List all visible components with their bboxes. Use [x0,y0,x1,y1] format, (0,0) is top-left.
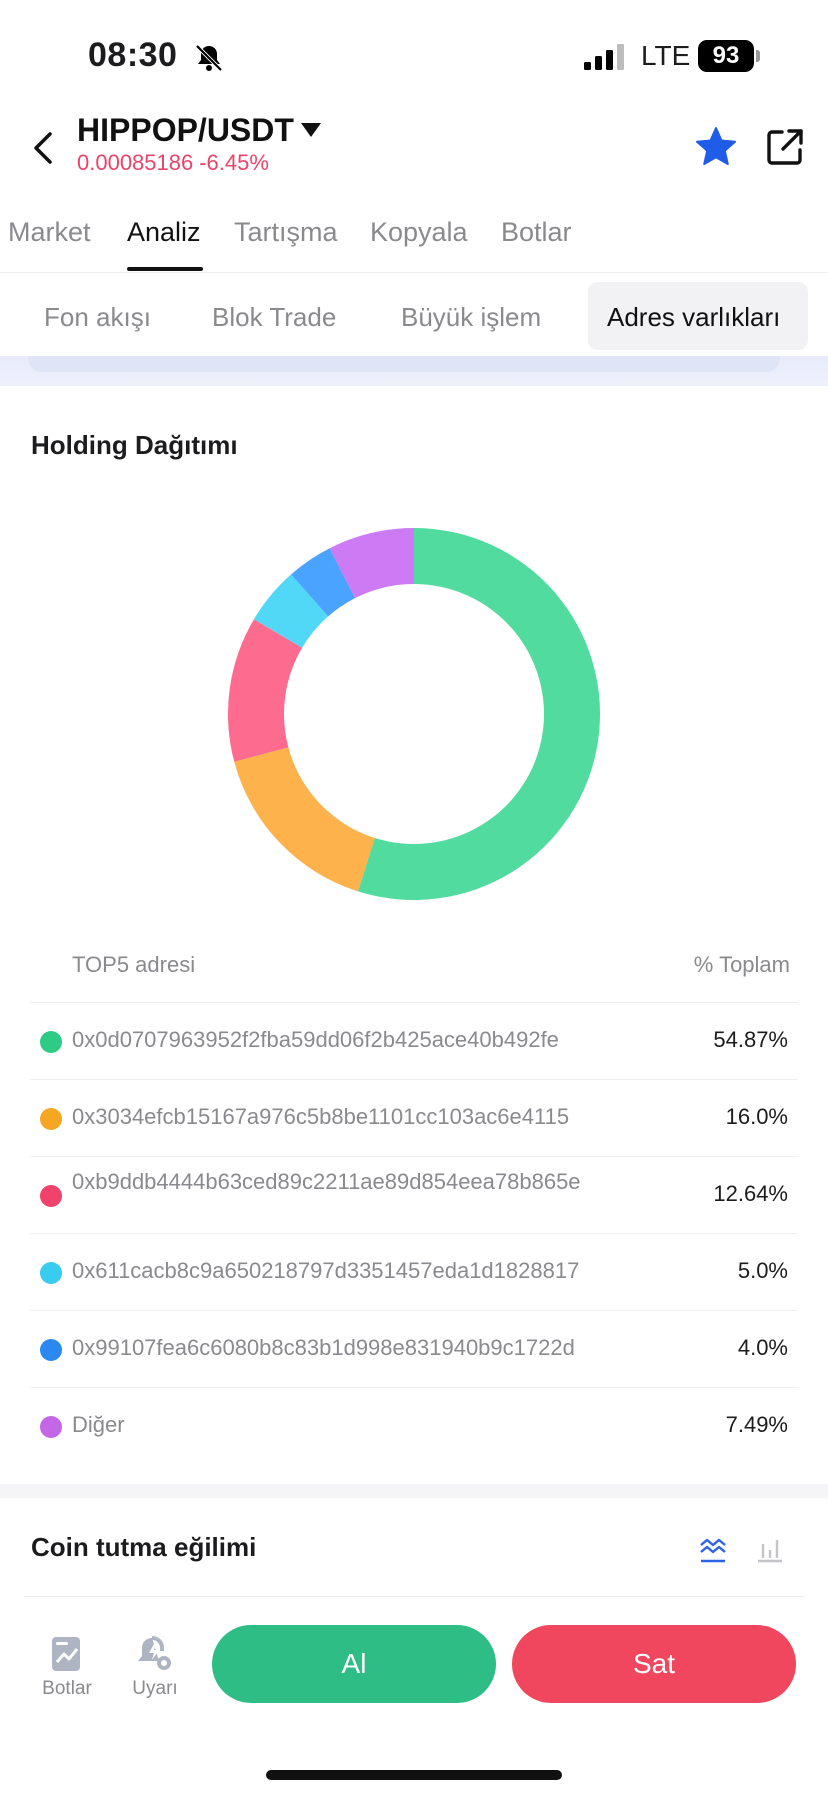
holding-distribution-card: Holding Dağıtımı TOP5 adresi % Toplam 0x… [0,386,828,1484]
holding-row[interactable]: 0x99107fea6c6080b8c83b1d998e831940b9c172… [30,1310,798,1387]
bottom-action-bar: Botlar Uyarı Al Sat [0,1604,828,1795]
legend-dot [40,1339,62,1361]
donut-slice [234,747,375,892]
status-bar: 08:30 LTE 93 [0,0,828,110]
last-price: 0.00085186 [77,150,194,175]
bell-off-icon [195,44,223,72]
home-indicator [266,1770,562,1780]
bar-chart-toggle-icon[interactable] [756,1536,784,1564]
holder-address: 0x0d0707963952f2fba59dd06f2b425ace40b492… [72,1027,559,1052]
scrolled-content-edge [0,356,828,386]
holding-row[interactable]: Diğer 7.49% [30,1387,798,1464]
sub-tabs: Fon akışı Blok Trade Büyük işlem Adres v… [0,280,828,356]
active-tab-indicator [127,267,203,271]
legend-dot [40,1031,62,1053]
alerts-button[interactable]: Uyarı [120,1634,190,1700]
holding-title: Holding Dağıtımı [31,430,238,460]
alert-bell-gear-icon [138,1636,171,1670]
section-divider [0,1484,828,1498]
legend-dot [40,1262,62,1284]
holding-donut-chart [228,528,600,900]
column-address: TOP5 adresi [72,952,196,977]
bots-label: Botlar [42,1678,92,1699]
back-arrow-icon[interactable] [30,128,58,168]
share-external-icon[interactable] [766,128,804,166]
holding-table: 0x0d0707963952f2fba59dd06f2b425ace40b492… [30,1002,798,1464]
holder-percent: 5.0% [737,1258,788,1283]
alerts-label: Uyarı [132,1678,178,1699]
tab-botlar[interactable]: Botlar [501,217,572,248]
holder-address: 0x3034efcb15167a976c5b8be1101cc103ac6e41… [72,1104,570,1129]
trend-divider [24,1596,804,1597]
pair-title[interactable]: HIPPOP/USDT [77,112,294,149]
holder-address: 0xb9ddb4444b63ced89c2211ae89d854eea78b86… [72,1169,581,1194]
favorite-star-icon[interactable] [694,125,738,169]
holding-table-header: TOP5 adresi % Toplam [72,952,790,978]
price-change: -6.45% [199,150,269,175]
tab-kopyala[interactable]: Kopyala [370,217,468,248]
legend-dot [40,1416,62,1438]
trend-title: Coin tutma eğilimi [31,1532,257,1562]
holder-percent: 7.49% [725,1412,788,1437]
scrolled-banner [28,356,780,372]
holding-row[interactable]: 0x611cacb8c9a650218797d3351457eda1d18288… [30,1233,798,1310]
caret-down-icon[interactable] [300,122,322,138]
tab-analiz[interactable]: Analiz [127,217,201,248]
sell-button[interactable]: Sat [512,1625,796,1703]
holder-percent: 12.64% [713,1181,788,1206]
tab-tartisma[interactable]: Tartışma [234,217,338,248]
battery-tip [756,50,760,62]
holder-address: 0x99107fea6c6080b8c83b1d998e831940b9c172… [72,1335,575,1360]
status-time: 08:30 [88,36,178,74]
subtab-blok-trade[interactable]: Blok Trade [212,302,336,333]
bots-button[interactable]: Botlar [32,1634,102,1700]
subtab-buyuk-islem[interactable]: Büyük işlem [401,302,541,333]
line-chart-toggle-icon[interactable] [698,1536,728,1564]
column-percent: % Toplam [693,952,790,977]
holder-address: Diğer [72,1412,125,1437]
legend-dot [40,1185,62,1207]
main-tabs: Market Analiz Tartışma Kopyala Botlar [0,205,828,273]
cell-signal-icon [584,44,624,70]
network-type: LTE [641,40,691,71]
battery-icon: 93 [698,40,754,72]
pair-header: HIPPOP/USDT 0.00085186 -6.45% [0,100,828,200]
holder-percent: 54.87% [713,1027,788,1052]
buy-button[interactable]: Al [212,1625,496,1703]
holding-row[interactable]: 0xb9ddb4444b63ced89c2211ae89d854eea78b86… [30,1156,798,1233]
tab-market[interactable]: Market [8,217,91,248]
pair-price-line: 0.00085186 -6.45% [77,150,275,176]
legend-dot [40,1108,62,1130]
bot-chart-icon [52,1637,80,1671]
holding-row[interactable]: 0x3034efcb15167a976c5b8be1101cc103ac6e41… [30,1079,798,1156]
holder-percent: 16.0% [725,1104,788,1129]
subtab-adres-varliklari[interactable]: Adres varlıkları [607,302,780,333]
holder-address: 0x611cacb8c9a650218797d3351457eda1d18288… [72,1258,580,1283]
holding-row[interactable]: 0x0d0707963952f2fba59dd06f2b425ace40b492… [30,1002,798,1079]
holder-percent: 4.0% [737,1335,788,1360]
subtab-fon-akisi[interactable]: Fon akışı [44,302,151,333]
